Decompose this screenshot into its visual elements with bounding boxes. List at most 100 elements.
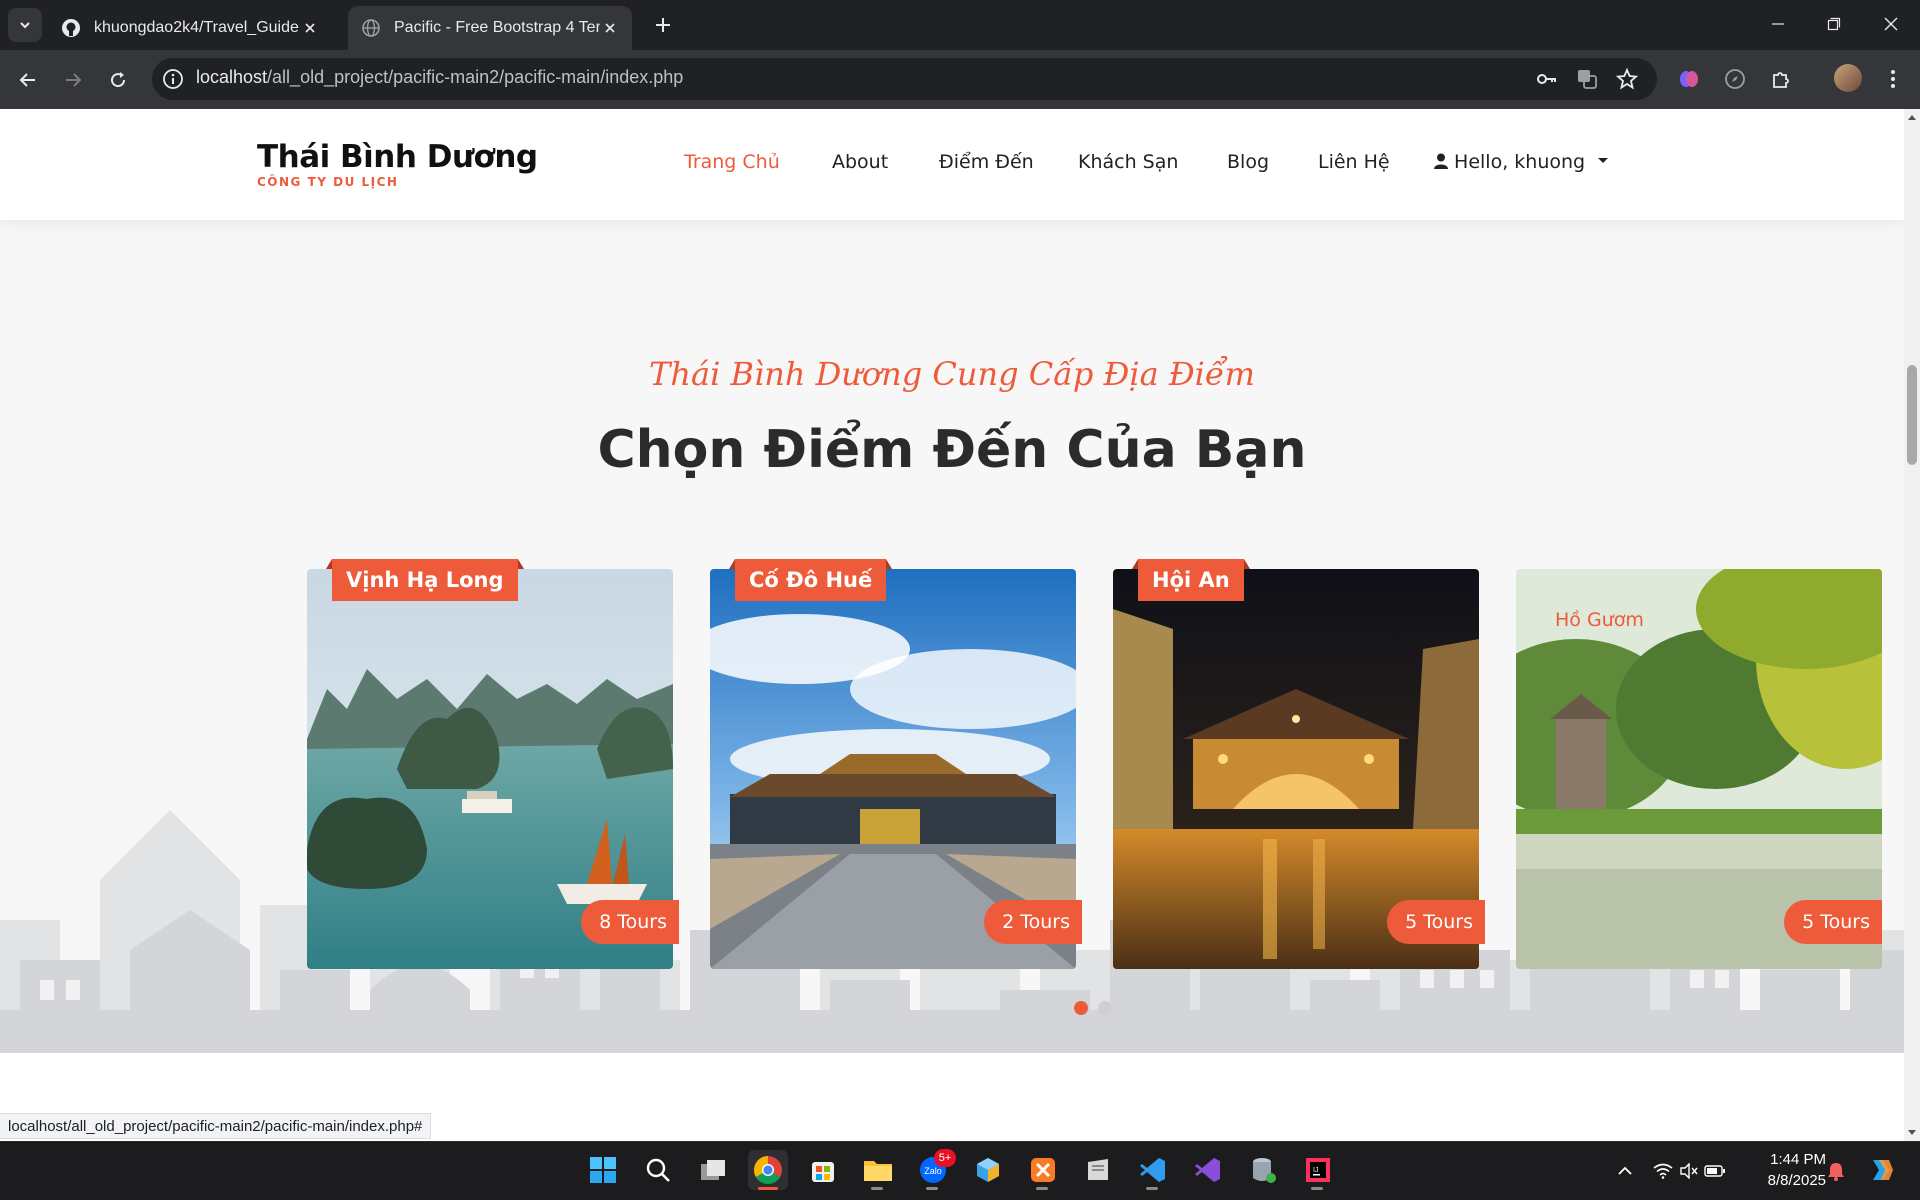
taskbar-app-cube[interactable] — [968, 1150, 1008, 1190]
destination-card[interactable]: Hồ Gươm 5 Tours — [1516, 569, 1882, 969]
intellij-icon: IJ — [1306, 1158, 1330, 1182]
scrollbar-thumb[interactable] — [1907, 365, 1917, 465]
task-view-button[interactable] — [693, 1150, 733, 1190]
back-button[interactable] — [12, 64, 44, 96]
destination-name-label: Cố Đô Huế — [728, 559, 893, 601]
destination-card[interactable]: Vịnh Hạ Long 8 Tours — [307, 559, 679, 969]
running-app-indicator — [1036, 1187, 1048, 1190]
copilot-icon[interactable] — [1866, 1155, 1896, 1185]
search-button[interactable] — [638, 1150, 678, 1190]
tours-count-badge[interactable]: 8 Tours — [581, 900, 679, 944]
tab-pacific[interactable]: Pacific - Free Bootstrap 4 Template — [348, 6, 632, 50]
start-button[interactable] — [583, 1150, 623, 1190]
tours-count-badge[interactable]: 5 Tours — [1784, 900, 1882, 944]
browser-tab-bar: khuongdao2k4/Travel_Guide Pacific - Free… — [0, 0, 1920, 50]
taskbar-vscode[interactable] — [1133, 1150, 1173, 1190]
running-app-indicator — [1311, 1187, 1323, 1190]
scroll-up-arrow-icon[interactable] — [1904, 109, 1920, 125]
extensions-puzzle-icon[interactable] — [1768, 66, 1794, 92]
more-options-icon[interactable] — [1880, 66, 1906, 92]
github-icon — [60, 17, 82, 39]
nav-item-destinations[interactable]: Điểm Đến — [939, 151, 1034, 173]
profile-avatar[interactable] — [1834, 64, 1862, 92]
info-icon[interactable] — [162, 68, 184, 90]
tab-title: Pacific - Free Bootstrap 4 Template — [394, 19, 600, 36]
clock-time: 1:44 PM — [1770, 1151, 1826, 1168]
translate-icon[interactable] — [1574, 66, 1600, 92]
notification-bell-icon[interactable] — [1825, 1160, 1847, 1182]
close-tab-icon[interactable] — [600, 18, 620, 38]
store-icon — [812, 1162, 834, 1182]
page-scrollbar[interactable] — [1904, 109, 1920, 1141]
tours-count-badge[interactable]: 5 Tours — [1387, 900, 1485, 944]
nav-item-hotels[interactable]: Khách Sạn — [1078, 151, 1178, 173]
chevron-down-icon — [20, 22, 30, 29]
chrome-icon — [754, 1156, 782, 1184]
new-tab-button[interactable] — [650, 12, 676, 38]
taskbar-clock[interactable]: 1:44 PM 8/8/2025 — [1748, 1149, 1826, 1191]
taskbar-file-explorer[interactable] — [858, 1150, 898, 1190]
destination-name-label: Hội An — [1132, 559, 1250, 601]
close-tab-icon[interactable] — [300, 18, 320, 38]
url-host: localhost — [196, 67, 268, 87]
forward-button[interactable] — [57, 64, 89, 96]
show-hidden-icons-chevron[interactable] — [1614, 1160, 1636, 1182]
section-heading: Chọn Điểm Đến Của Bạn — [597, 420, 1307, 480]
running-app-indicator — [871, 1187, 883, 1190]
link-status-bubble: localhost/all_old_project/pacific-main2/… — [0, 1113, 432, 1139]
nav-item-home[interactable]: Trang Chủ — [684, 151, 780, 173]
svg-text:Zalo: Zalo — [924, 1166, 942, 1176]
tab-github[interactable]: khuongdao2k4/Travel_Guide — [48, 6, 332, 50]
user-icon — [1434, 153, 1448, 169]
battery-icon[interactable] — [1704, 1160, 1726, 1182]
page-viewport: Thái Bình Dương CÔNG TY DU LỊCH Trang Ch… — [0, 109, 1904, 1141]
destination-card[interactable]: Hội An 5 Tours — [1113, 559, 1485, 969]
minimize-button[interactable] — [1758, 8, 1798, 40]
reload-button[interactable] — [102, 64, 134, 96]
destination-name-label: Vịnh Hạ Long — [326, 559, 524, 601]
password-key-icon[interactable] — [1534, 66, 1560, 92]
nav-item-contact[interactable]: Liên Hệ — [1318, 151, 1390, 173]
volume-muted-icon[interactable] — [1678, 1160, 1700, 1182]
tours-count-badge[interactable]: 2 Tours — [984, 900, 1082, 944]
taskbar-app-note[interactable] — [1078, 1150, 1118, 1190]
nav-item-blog[interactable]: Blog — [1227, 151, 1269, 173]
close-window-button[interactable] — [1871, 8, 1911, 40]
wifi-icon[interactable] — [1652, 1160, 1674, 1182]
windows-logo-icon — [590, 1157, 616, 1183]
folder-icon — [864, 1161, 892, 1181]
restore-button[interactable] — [1814, 8, 1854, 40]
visual-studio-icon — [1195, 1158, 1220, 1182]
taskbar-intellij[interactable]: IJ — [1298, 1150, 1338, 1190]
url-path: /all_old_project/pacific-main2/pacific-m… — [267, 67, 684, 87]
taskbar-xampp[interactable] — [1023, 1150, 1063, 1190]
taskbar-visual-studio[interactable] — [1188, 1150, 1228, 1190]
close-icon — [1884, 17, 1898, 31]
running-app-indicator — [926, 1187, 938, 1190]
nav-item-about[interactable]: About — [832, 151, 888, 173]
database-icon — [1253, 1158, 1276, 1183]
xampp-icon — [1031, 1158, 1055, 1182]
user-menu-dropdown[interactable]: Hello, khuong — [1434, 151, 1609, 173]
bookmark-star-icon[interactable] — [1614, 66, 1640, 92]
carousel-dot[interactable] — [1098, 1001, 1112, 1015]
compass-icon[interactable] — [1722, 66, 1748, 92]
cube-icon — [977, 1158, 999, 1182]
section-eyebrow: Thái Bình Dương Cung Cấp Địa Điểm — [649, 355, 1255, 393]
vscode-icon — [1140, 1158, 1165, 1182]
taskbar-database-app[interactable] — [1243, 1150, 1283, 1190]
scroll-down-arrow-icon[interactable] — [1904, 1125, 1920, 1141]
carousel-dot[interactable] — [1074, 1001, 1088, 1015]
task-view-icon — [701, 1160, 725, 1180]
destination-card[interactable]: Cố Đô Huế 2 Tours — [710, 559, 1082, 969]
taskbar-chrome[interactable] — [748, 1150, 788, 1190]
url-text[interactable]: localhost/all_old_project/pacific-main2/… — [196, 67, 683, 88]
brand-tagline: CÔNG TY DU LỊCH — [257, 175, 399, 189]
plus-icon — [656, 18, 670, 32]
extension-brain-icon[interactable] — [1676, 66, 1702, 92]
site-logo[interactable]: Thái Bình Dương CÔNG TY DU LỊCH — [257, 139, 538, 189]
restore-icon — [1827, 17, 1841, 31]
taskbar-store[interactable] — [803, 1150, 843, 1190]
clock-date: 8/8/2025 — [1767, 1172, 1826, 1189]
tab-search-button[interactable] — [8, 8, 42, 42]
